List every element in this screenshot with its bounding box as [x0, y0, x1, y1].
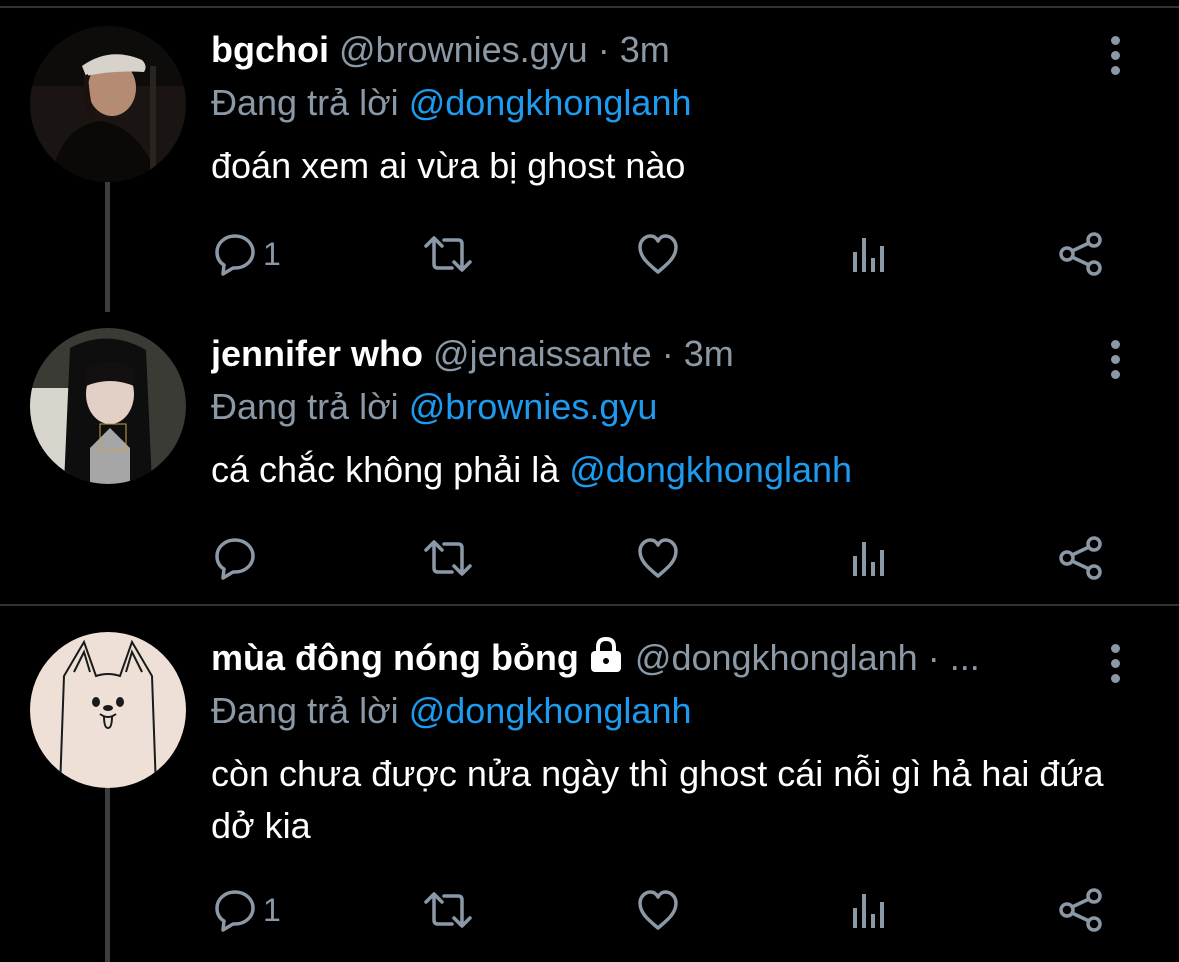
share-icon	[1059, 232, 1102, 276]
display-name[interactable]: jennifer who	[211, 333, 423, 374]
like-icon	[638, 890, 678, 930]
top-divider	[0, 6, 1179, 8]
reply-icon	[215, 538, 255, 580]
reply-icon	[215, 890, 255, 932]
retweet-icon	[424, 236, 472, 272]
retweet-button[interactable]	[422, 224, 474, 284]
reply-count: 1	[263, 891, 281, 928]
tweet-2[interactable]: jennifer who @jenaissante · 3m Đang trả …	[0, 326, 1179, 602]
reply-button[interactable]: 1	[213, 224, 281, 284]
separator-dot: ·	[927, 637, 940, 678]
like-icon	[638, 538, 678, 578]
retweet-icon	[424, 892, 472, 928]
like-button[interactable]	[636, 528, 680, 588]
reply-context: Đang trả lời @dongkhonglanh	[211, 686, 691, 736]
separator-dot: ·	[661, 333, 674, 374]
more-icon[interactable]	[1100, 638, 1130, 698]
share-icon	[1059, 888, 1102, 932]
display-name[interactable]: mùa đông nóng bỏng	[211, 637, 579, 678]
tweet-mention-link[interactable]: @dongkhonglanh	[569, 449, 852, 490]
retweet-button[interactable]	[422, 528, 474, 588]
more-icon[interactable]	[1100, 30, 1130, 90]
action-bar	[0, 528, 1179, 588]
reply-count: 1	[263, 235, 281, 272]
display-name[interactable]: bgchoi	[211, 29, 329, 70]
analytics-button[interactable]	[850, 528, 890, 588]
share-button[interactable]	[1058, 224, 1104, 284]
like-button[interactable]	[636, 880, 680, 940]
reply-context: Đang trả lời @brownies.gyu	[211, 382, 657, 432]
retweet-button[interactable]	[422, 880, 474, 940]
tweet-1[interactable]: bgchoi @brownies.gyu · 3m Đang trả lời @…	[0, 22, 1179, 312]
reply-button[interactable]: 1	[213, 880, 281, 940]
action-bar: 1	[0, 224, 1179, 284]
tweet-3[interactable]: mùa đông nóng bỏng @dongkhonglanh · ... Đ…	[0, 630, 1179, 962]
reply-prefix: Đang trả lời	[211, 386, 399, 427]
timestamp[interactable]: 3m	[684, 333, 734, 374]
tweet-divider	[0, 604, 1179, 606]
timestamp[interactable]: 3m	[620, 29, 670, 70]
more-icon[interactable]	[1100, 334, 1130, 394]
reply-mention-link[interactable]: @dongkhonglanh	[409, 690, 692, 731]
analytics-icon	[853, 542, 884, 576]
share-button[interactable]	[1058, 880, 1104, 940]
reply-mention-link[interactable]: @dongkhonglanh	[409, 82, 692, 123]
share-button[interactable]	[1058, 528, 1104, 588]
share-icon	[1059, 536, 1102, 580]
reply-context: Đang trả lời @dongkhonglanh	[211, 78, 691, 128]
reply-mention-link[interactable]: @brownies.gyu	[409, 386, 658, 427]
reply-prefix: Đang trả lời	[211, 82, 399, 123]
action-bar: 1	[0, 880, 1179, 940]
avatar[interactable]	[30, 328, 186, 484]
tweet-text: đoán xem ai vừa bị ghost nào	[211, 140, 1111, 192]
tweet-text-plain: đoán xem ai vừa bị ghost nào	[211, 145, 686, 186]
reply-icon	[215, 234, 255, 276]
tweet-text-plain: cá chắc không phải là	[211, 449, 570, 490]
avatar[interactable]	[30, 632, 186, 788]
like-button[interactable]	[636, 224, 680, 284]
reply-button[interactable]	[213, 528, 263, 588]
analytics-icon	[853, 894, 884, 928]
separator-dot: ·	[597, 29, 610, 70]
analytics-button[interactable]	[850, 880, 890, 940]
tweet-text: còn chưa được nửa ngày thì ghost cái nỗi…	[211, 748, 1111, 852]
user-handle[interactable]: @dongkhonglanh	[635, 637, 918, 678]
timestamp-truncated: ...	[949, 637, 980, 678]
avatar[interactable]	[30, 26, 186, 182]
tweet-header: mùa đông nóng bỏng @dongkhonglanh · ...	[211, 630, 980, 686]
tweet-header: bgchoi @brownies.gyu · 3m	[211, 22, 670, 78]
like-icon	[638, 234, 678, 274]
tweet-header: jennifer who @jenaissante · 3m	[211, 326, 734, 382]
analytics-icon	[853, 238, 884, 272]
lock-icon	[590, 636, 621, 672]
retweet-icon	[424, 540, 472, 576]
analytics-button[interactable]	[850, 224, 890, 284]
reply-prefix: Đang trả lời	[211, 690, 399, 731]
user-handle[interactable]: @brownies.gyu	[339, 29, 588, 70]
tweet-text-plain: còn chưa được nửa ngày thì ghost cái nỗi…	[211, 753, 1104, 846]
user-handle[interactable]: @jenaissante	[433, 333, 652, 374]
tweet-text: cá chắc không phải là @dongkhonglanh	[211, 444, 1111, 496]
